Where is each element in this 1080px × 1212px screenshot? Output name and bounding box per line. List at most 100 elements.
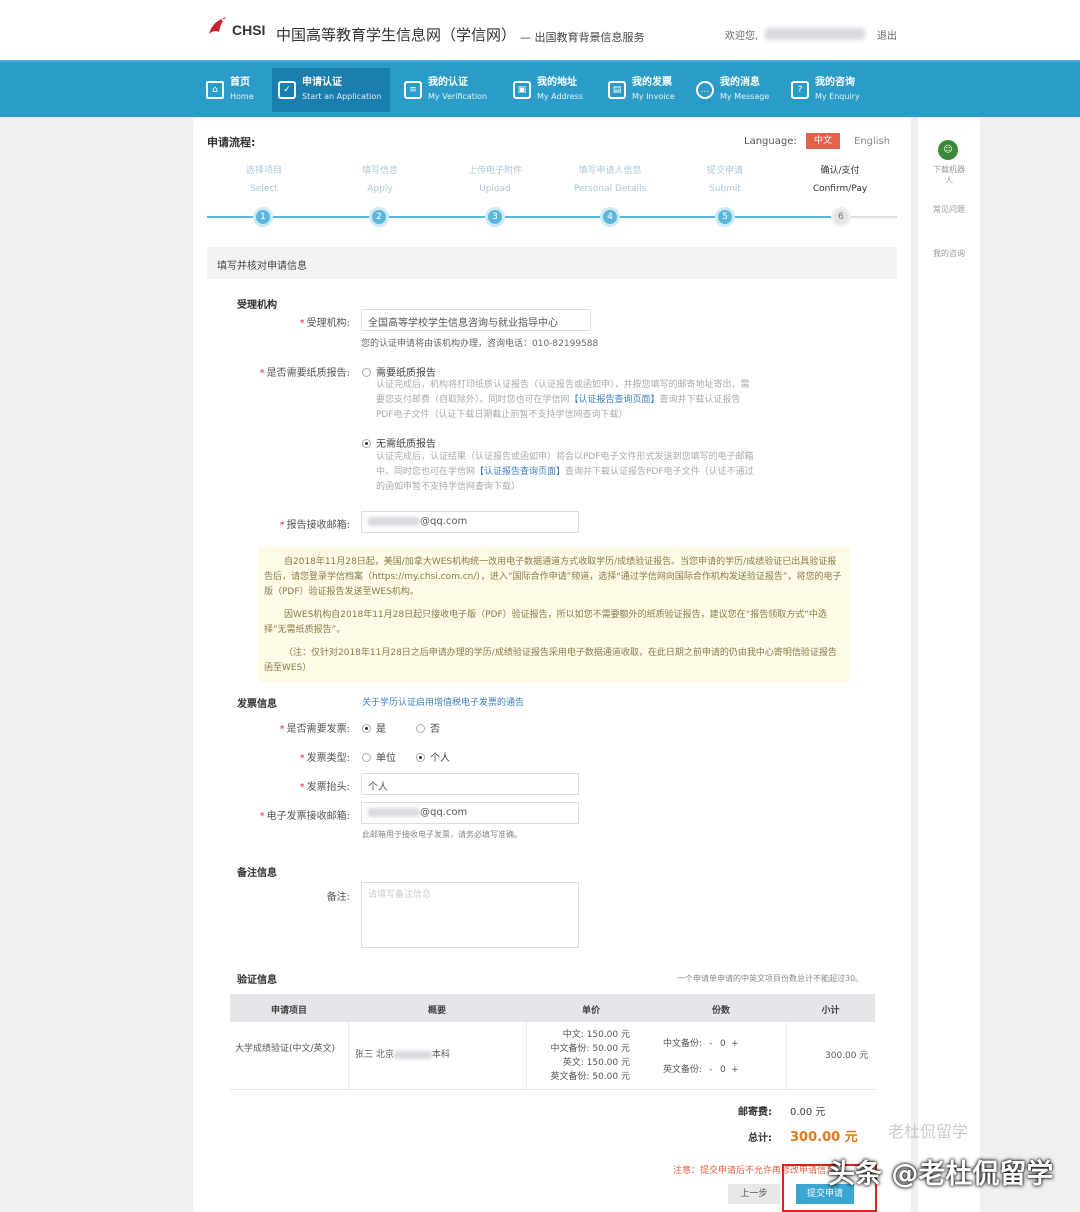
step-label: 填写申请人信息 Personal Details xyxy=(555,162,665,198)
step-name-en: Select xyxy=(250,184,278,194)
verification-table-header: 申请项目 概要 单价 份数 小计 xyxy=(230,994,875,1022)
nav-sublabel: My Address xyxy=(537,92,584,101)
step-label-current: 确认/支付 Confirm/Pay xyxy=(785,162,895,198)
faint-watermark: 老杜侃留学 xyxy=(888,1122,969,1141)
form-section-title: 填写并核对申请信息 xyxy=(207,247,897,279)
site-title: 中国高等教育学生信息网（学信网） xyxy=(276,26,517,44)
item-name: 大学成绩验证(中文/英文) xyxy=(235,1044,336,1054)
quantity-stepper-cn-backup: 中文备份: -0 + xyxy=(663,1036,741,1049)
step-circle: 1 xyxy=(253,207,273,227)
robot-icon[interactable]: ☺ xyxy=(938,140,958,160)
step-circle-current: 6 xyxy=(831,207,851,227)
step-name: 提交申请 xyxy=(706,166,743,176)
notice-paragraph: 自2018年11月28日起，美国/加拿大WES机构统一改用电子数据通道方式收取学… xyxy=(264,557,842,597)
nav-my-address[interactable]: ▣ 我的地址 My Address xyxy=(507,68,595,112)
step-name: 填写信息 xyxy=(361,166,398,176)
nav-sublabel: My Message xyxy=(720,92,770,101)
column-divider xyxy=(348,1022,349,1090)
report-query-link[interactable]: 【认证报告查询页面】 xyxy=(570,395,660,405)
nav-sublabel: My Verification xyxy=(428,92,488,101)
report-email-label: * 报告接收邮箱: xyxy=(279,520,350,531)
nav-start-application[interactable]: ✓ 申请认证 Start an Application xyxy=(272,68,390,112)
nav-label: 我的地址 xyxy=(537,77,577,88)
report-email-field[interactable]: @qq.com xyxy=(361,511,579,533)
process-title: 申请流程: xyxy=(207,136,256,149)
remarks-textarea[interactable]: 请填写备注信息 xyxy=(361,882,579,948)
previous-step-button[interactable]: 上一步 xyxy=(728,1184,780,1204)
side-faq-link[interactable]: 常见问题 xyxy=(932,204,966,215)
chsi-logo[interactable]: CHSI xyxy=(206,14,265,38)
nav-my-enquiry[interactable]: ? 我的咨询 My Enquiry xyxy=(785,68,875,112)
step-name: 填写申请人信息 xyxy=(578,166,642,176)
nav-label: 我的发票 xyxy=(632,77,672,88)
invoice-notice-link[interactable]: 关于学历认证启用增值税电子发票的通告 xyxy=(362,695,524,708)
table-row: 大学成绩验证(中文/英文) 张三 北京 本科 中文: 150.00 元 中文备份:… xyxy=(230,1022,875,1090)
paper-report-yes-radio[interactable]: 需要纸质报告 xyxy=(362,364,436,379)
invoice-email-label: * 电子发票接收邮箱: xyxy=(259,811,350,822)
nav-label: 我的咨询 xyxy=(815,77,855,88)
radio-checked-icon xyxy=(416,753,425,762)
logo-text: CHSI xyxy=(232,22,266,38)
invoice-icon: ▤ xyxy=(608,81,626,99)
language-english-button[interactable]: English xyxy=(854,136,890,147)
report-query-link[interactable]: 【认证报告查询页面】 xyxy=(475,467,565,477)
username-redacted xyxy=(765,28,865,40)
nav-my-invoice[interactable]: ▤ 我的发票 My Invoice xyxy=(602,68,688,112)
radio-icon xyxy=(362,753,371,762)
invoice-email-field[interactable]: @qq.com xyxy=(361,802,579,824)
step-label: 填写信息 Apply xyxy=(325,162,435,198)
paper-report-label: * 是否需要纸质报告: xyxy=(259,368,350,379)
toutiao-watermark: 头条 @老杜侃留学 xyxy=(828,1159,1054,1190)
redacted-text xyxy=(393,1050,432,1059)
paper-report-no-radio[interactable]: 无需纸质报告 xyxy=(362,435,436,450)
invoice-title-field[interactable]: 个人 xyxy=(361,773,579,795)
language-chinese-button[interactable]: 中文 xyxy=(806,133,840,149)
need-invoice-yes-radio[interactable]: 是 xyxy=(362,720,386,735)
invoice-heading: 发票信息 xyxy=(237,699,277,710)
nav-my-message[interactable]: … 我的消息 My Message xyxy=(690,68,780,112)
certificate-icon: ≡ xyxy=(404,81,422,99)
column-header: 单价 xyxy=(581,1006,600,1016)
nav-sublabel: Home xyxy=(230,92,254,101)
nav-my-verification[interactable]: ≡ 我的认证 My Verification xyxy=(398,68,498,112)
plus-button[interactable]: + xyxy=(729,1039,741,1049)
notice-paragraph: （注：仅针对2018年11月28日之后申请办理的学历/成绩验证报告采用电子数据通… xyxy=(264,648,837,673)
quantity-value[interactable]: 0 xyxy=(717,1039,729,1049)
nav-home[interactable]: ⌂ 首页 Home xyxy=(200,68,262,112)
invoice-title-label: * 发票抬头: xyxy=(299,782,350,793)
institution-hint: 您的认证申请将由该机构办理，咨询电话：010-82199588 xyxy=(361,339,599,349)
radio-label: 无需纸质报告 xyxy=(376,439,436,450)
check-icon: ✓ xyxy=(278,81,296,99)
column-header: 小计 xyxy=(821,1006,840,1016)
invoice-type-unit-radio[interactable]: 单位 xyxy=(362,749,396,764)
paper-report-yes-desc: 认证完成后，机构将打印纸质认证报告（认证报告或函如申），并按您填写的邮寄地址寄出… xyxy=(376,380,750,420)
redacted-text xyxy=(368,516,420,526)
plus-button[interactable]: + xyxy=(729,1065,741,1075)
nav-sublabel: My Invoice xyxy=(632,92,675,101)
side-robot-link[interactable]: 下载机器人 xyxy=(932,164,966,186)
step-circle: 2 xyxy=(369,207,389,227)
logout-link[interactable]: 退出 xyxy=(877,27,897,42)
institution-field: 全国高等学校学生信息咨询与就业指导中心 xyxy=(361,309,591,331)
need-invoice-no-radio[interactable]: 否 xyxy=(416,720,440,735)
column-divider xyxy=(786,1022,787,1090)
column-header: 份数 xyxy=(711,1006,730,1016)
minus-button[interactable]: - xyxy=(705,1039,717,1049)
invoice-type-personal-radio[interactable]: 个人 xyxy=(416,749,450,764)
paper-report-no-desc: 认证完成后，认证结果（认证报告或函如申）将会以PDF电子文件形式发送到您填写的电… xyxy=(376,452,754,492)
step-name-en: Personal Details xyxy=(573,184,647,194)
item-summary-link[interactable]: 张三 北京 本科 xyxy=(355,1048,450,1062)
nav-label: 我的认证 xyxy=(428,77,468,88)
home-icon: ⌂ xyxy=(206,81,224,99)
minus-button[interactable]: - xyxy=(705,1065,717,1075)
quantity-stepper-en-backup: 英文备份: -0 + xyxy=(663,1062,741,1075)
side-enquiry-link[interactable]: 我的咨询 xyxy=(932,248,966,259)
step-name-en: Confirm/Pay xyxy=(812,184,868,194)
step-circle: 4 xyxy=(600,207,620,227)
remarks-heading: 备注信息 xyxy=(237,868,277,879)
quantity-value[interactable]: 0 xyxy=(717,1065,729,1075)
message-icon: … xyxy=(696,81,714,99)
price-list: 中文: 150.00 元 中文备份: 50.00 元 英文: 150.00 元 … xyxy=(550,1030,630,1082)
verification-hint: 一个申请单申请的中英文项目份数总计不能超过30。 xyxy=(677,974,864,983)
top-bar: CHSI 中国高等教育学生信息网（学信网） — 出国教育背景信息服务 欢迎您, … xyxy=(0,0,1080,60)
